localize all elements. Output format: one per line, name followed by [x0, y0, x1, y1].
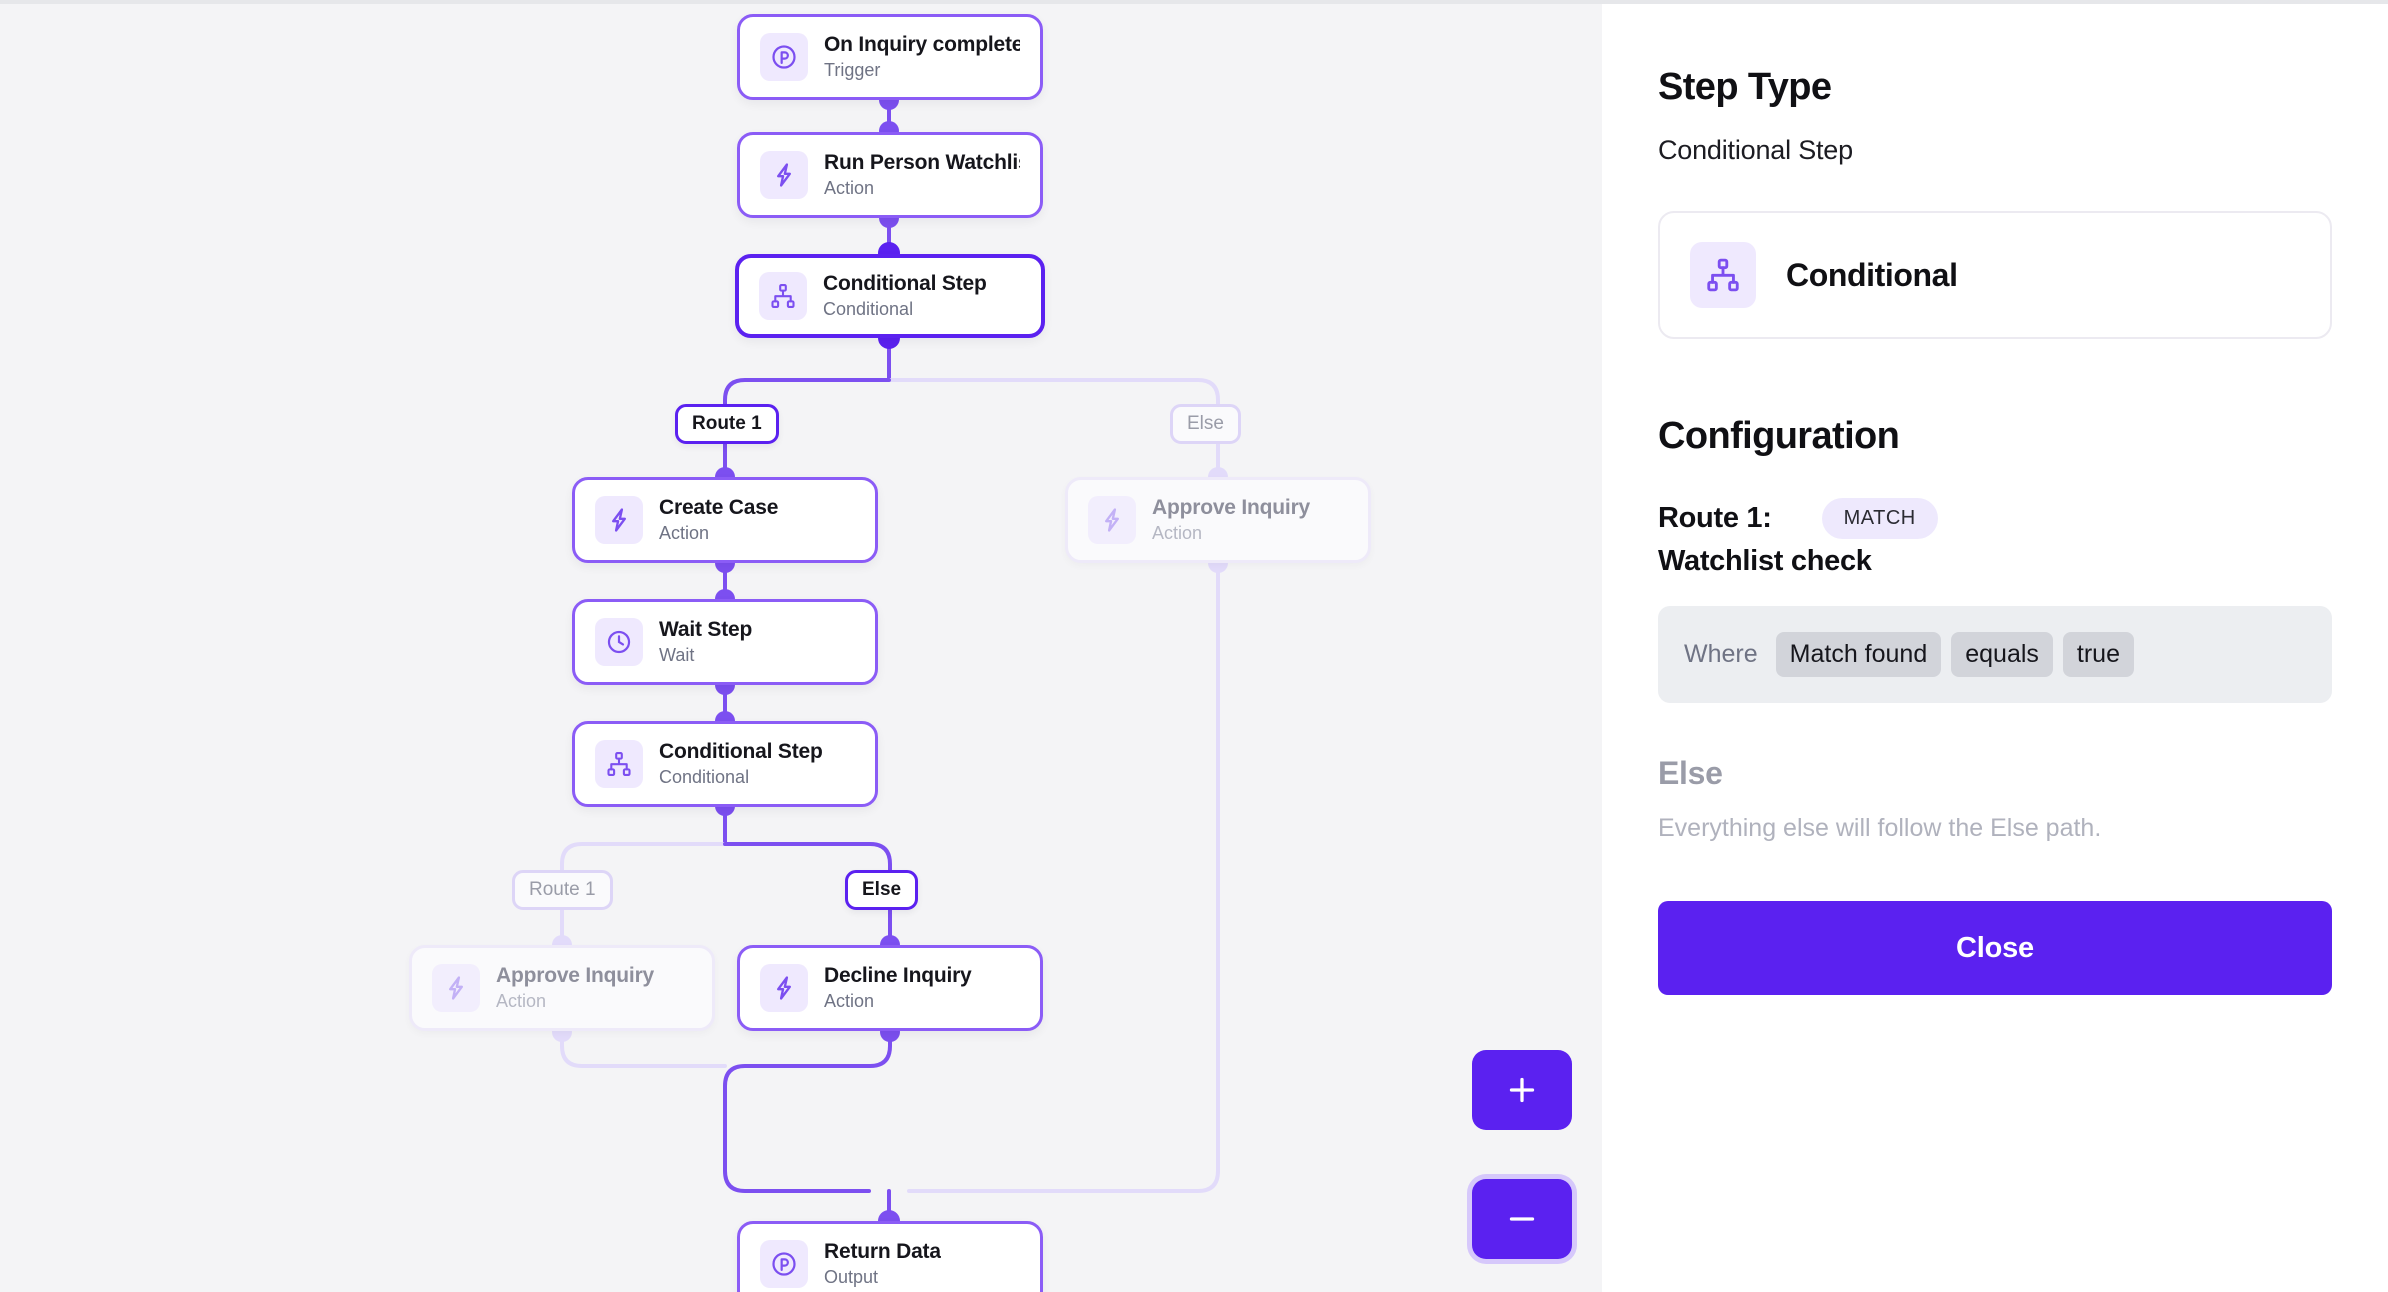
node-title: Run Person Watchlist Re…: [824, 150, 1020, 174]
workflow-node-wait-step[interactable]: Wait Step Wait: [572, 599, 878, 685]
node-subtitle: Wait: [659, 645, 695, 666]
node-subtitle: Action: [659, 523, 710, 544]
workflow-node-return-data[interactable]: Return Data Output: [737, 1221, 1043, 1292]
condition-expression[interactable]: Where Match found equals true: [1658, 606, 2332, 703]
branch-chip-else-nested[interactable]: Else: [845, 870, 919, 910]
conditional-branch-icon: [759, 272, 807, 320]
branch-chip-route-1[interactable]: Route 1: [675, 404, 779, 444]
zoom-in-button[interactable]: [1472, 1050, 1572, 1130]
workflow-node-approve-inquiry-route1-nested[interactable]: Approve Inquiry Action: [409, 945, 715, 1031]
route-name: Watchlist check: [1658, 545, 1872, 577]
node-subtitle: Conditional: [659, 767, 750, 788]
workflow-node-decline-inquiry[interactable]: Decline Inquiry Action: [737, 945, 1043, 1031]
node-title: Decline Inquiry: [824, 963, 972, 987]
output-circle-p-icon: [760, 33, 808, 81]
branch-chip-label: Route 1: [692, 413, 762, 434]
condition-value-token[interactable]: true: [2062, 632, 2134, 677]
conditional-branch-icon: [595, 740, 643, 788]
condition-operator-token[interactable]: equals: [1951, 632, 2053, 677]
workflow-builder-app: On Inquiry completed Trigger Run Person …: [0, 0, 2388, 1292]
lightning-bolt-icon: [1088, 496, 1136, 544]
route-header-row: Route 1: MATCH: [1658, 498, 2332, 539]
workflow-node-approve-inquiry-else-top[interactable]: Approve Inquiry Action: [1065, 477, 1371, 563]
node-subtitle: Conditional: [823, 299, 914, 320]
node-subtitle: Output: [824, 1267, 879, 1288]
step-type-card[interactable]: Conditional: [1658, 211, 2332, 339]
branch-chip-label: Else: [862, 879, 902, 900]
lightning-bolt-icon: [760, 151, 808, 199]
workflow-canvas[interactable]: On Inquiry completed Trigger Run Person …: [0, 4, 1602, 1292]
lightning-bolt-icon: [432, 964, 480, 1012]
node-title: Return Data: [824, 1239, 941, 1263]
else-description: Everything else will follow the Else pat…: [1658, 814, 2102, 842]
node-title: Create Case: [659, 495, 779, 519]
node-title: Approve Inquiry: [496, 963, 655, 987]
plus-icon: [1504, 1072, 1540, 1108]
node-title: Wait Step: [659, 617, 753, 641]
step-type-card-label: Conditional: [1786, 256, 1958, 293]
node-title: Conditional Step: [823, 271, 987, 295]
branch-chip-label: Else: [1187, 413, 1224, 434]
workflow-node-on-inquiry-completed[interactable]: On Inquiry completed Trigger: [737, 14, 1043, 100]
node-subtitle: Action: [824, 178, 875, 199]
workflow-node-run-person-watchlist-report[interactable]: Run Person Watchlist Re… Action: [737, 132, 1043, 218]
branch-chip-route-1-nested[interactable]: Route 1: [512, 870, 613, 910]
minus-icon: [1504, 1201, 1540, 1237]
route-match-badge: MATCH: [1821, 498, 1938, 539]
workflow-node-conditional-step-selected[interactable]: Conditional Step Conditional: [735, 254, 1045, 338]
node-subtitle: Action: [824, 991, 875, 1012]
step-type-heading: Step Type: [1658, 66, 1832, 108]
branch-chip-else[interactable]: Else: [1170, 404, 1241, 444]
output-circle-p-icon: [760, 1240, 808, 1288]
lightning-bolt-icon: [760, 964, 808, 1012]
branch-chip-label: Route 1: [529, 879, 596, 900]
else-heading: Else: [1658, 755, 1723, 791]
zoom-out-button[interactable]: [1472, 1179, 1572, 1259]
node-title: Approve Inquiry: [1152, 495, 1311, 519]
route-title: Route 1:: [1658, 502, 1772, 534]
node-title: Conditional Step: [659, 739, 823, 763]
node-subtitle: Action: [1152, 523, 1203, 544]
clock-icon: [595, 618, 643, 666]
conditional-branch-icon: [1690, 242, 1756, 308]
lightning-bolt-icon: [595, 496, 643, 544]
node-subtitle: Action: [496, 991, 547, 1012]
node-subtitle: Trigger: [824, 60, 881, 81]
workflow-node-conditional-step-nested[interactable]: Conditional Step Conditional: [572, 721, 878, 807]
node-title: On Inquiry completed: [824, 32, 1020, 56]
condition-prefix: Where: [1684, 640, 1758, 668]
condition-field-token[interactable]: Match found: [1775, 632, 1942, 677]
workflow-node-create-case[interactable]: Create Case Action: [572, 477, 878, 563]
step-details-panel: Step Type Conditional Step Conditional C…: [1602, 4, 2388, 1292]
step-type-value: Conditional Step: [1658, 135, 1853, 165]
close-button[interactable]: Close: [1658, 901, 2332, 995]
configuration-heading: Configuration: [1658, 415, 1900, 457]
